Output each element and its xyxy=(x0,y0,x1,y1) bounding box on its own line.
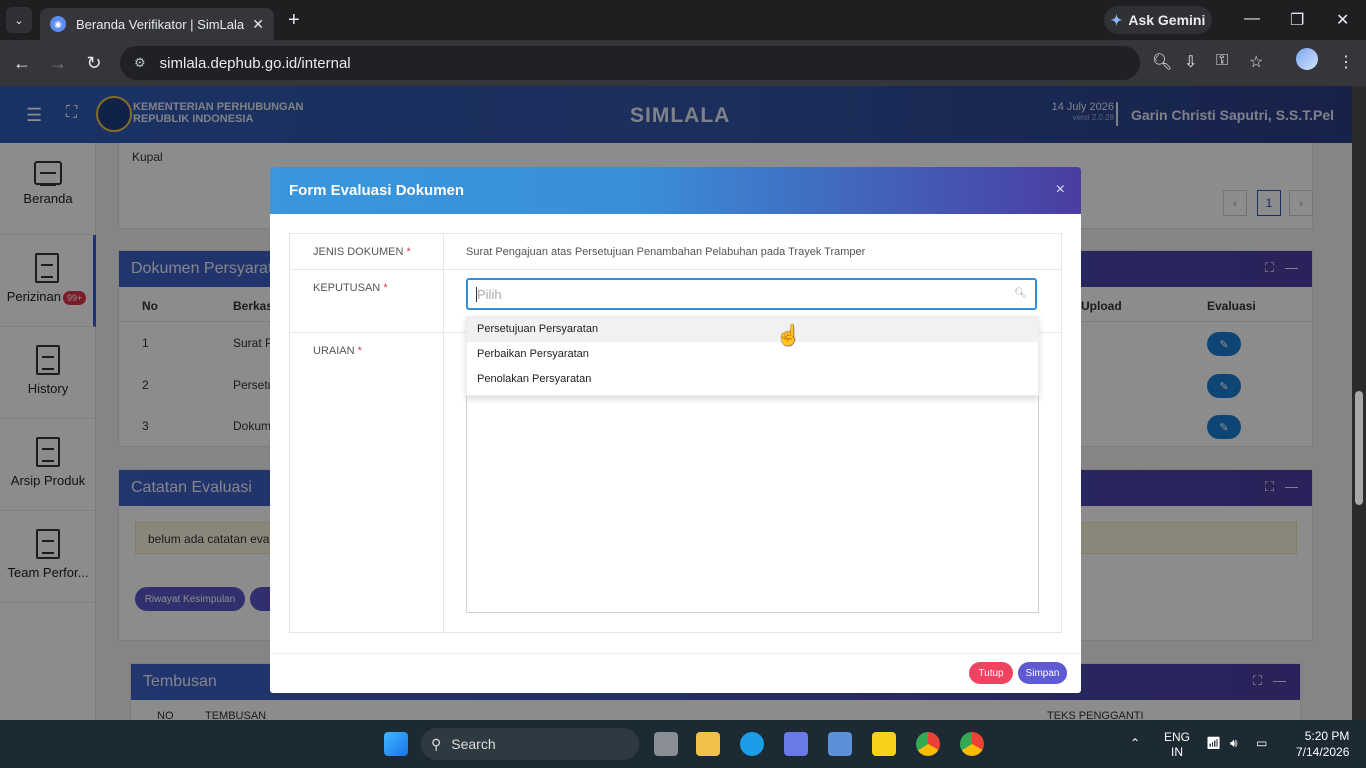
wifi-icon[interactable]: 📶︎ xyxy=(1206,736,1221,750)
profile-avatar[interactable] xyxy=(1296,48,1318,70)
password-key-icon[interactable]: ⚿ xyxy=(1216,52,1228,70)
required-marker: * xyxy=(383,282,388,294)
search-icon: ⚲ xyxy=(431,735,442,752)
site-favicon-icon: ◉ xyxy=(50,16,66,32)
jenis-dokumen-value: Surat Pengajuan atas Persetujuan Penamba… xyxy=(466,246,866,258)
file-explorer-icon[interactable] xyxy=(696,732,720,756)
required-marker: * xyxy=(406,246,411,258)
browser-tab-bar: ⌄ ◉ Beranda Verifikator | SimLala ✕ + ✦ A… xyxy=(0,0,1366,40)
select-placeholder: Pilih xyxy=(477,287,502,302)
clock-date: 7/14/2026 xyxy=(1296,745,1350,759)
lang-line-2: IN xyxy=(1171,745,1183,759)
new-tab-icon[interactable]: + xyxy=(288,9,300,32)
ask-gemini-button[interactable]: ✦ Ask Gemini xyxy=(1104,6,1212,34)
option-perbaikan[interactable]: Perbaikan Persyaratan xyxy=(467,342,1038,367)
scrollbar-thumb[interactable] xyxy=(1355,391,1363,505)
keputusan-select[interactable]: Pilih 🔍︎ xyxy=(466,278,1037,310)
sticky-notes-icon[interactable] xyxy=(872,732,896,756)
window-close-icon[interactable]: ✕ xyxy=(1336,10,1349,30)
windows-taskbar: ⚲ Search ⌃ ENG IN 📶︎ 🔊︎ ▭ 5:20 PM 7/14/2026 xyxy=(0,720,1366,768)
clock[interactable]: 5:20 PM 7/14/2026 xyxy=(1296,728,1349,760)
gemini-icon: ✦ xyxy=(1110,11,1123,28)
label-text: JENIS DOKUMEN xyxy=(313,246,404,258)
search-icon: 🔍︎ xyxy=(1014,288,1027,299)
row-jenis-dokumen: JENIS DOKUMEN * Surat Pengajuan atas Per… xyxy=(290,234,1061,270)
zoom-icon[interactable]: 🔍︎ xyxy=(1152,52,1172,72)
tab-title: Beranda Verifikator | SimLala xyxy=(76,16,245,32)
forward-icon[interactable]: → xyxy=(40,53,76,74)
lang-line-1: ENG xyxy=(1164,730,1191,744)
modal-title: Form Evaluasi Dokumen xyxy=(289,182,465,199)
browser-tab[interactable]: ◉ Beranda Verifikator | SimLala ✕ xyxy=(40,8,274,40)
minimize-icon[interactable]: — xyxy=(1244,10,1260,28)
uraian-textarea[interactable] xyxy=(466,396,1039,613)
windows-start-icon[interactable] xyxy=(384,732,408,756)
hand-cursor-icon: ☝ xyxy=(776,325,801,347)
tutup-button[interactable]: Tutup xyxy=(969,662,1013,684)
chrome-icon[interactable] xyxy=(916,732,940,756)
taskbar-search-label: Search xyxy=(451,736,496,752)
camera-app-icon[interactable] xyxy=(828,732,852,756)
option-persetujuan[interactable]: Persetujuan Persyaratan xyxy=(467,317,1038,342)
ask-gemini-label: Ask Gemini xyxy=(1128,12,1206,28)
reload-icon[interactable]: ↻ xyxy=(76,53,112,74)
edge-icon[interactable] xyxy=(740,732,764,756)
tab-close-icon[interactable]: ✕ xyxy=(252,16,264,33)
page-scrollbar[interactable] xyxy=(1352,86,1366,720)
back-icon[interactable]: ← xyxy=(4,53,40,74)
form-evaluasi-modal: Form Evaluasi Dokumen × JENIS DOKUMEN * … xyxy=(270,167,1081,693)
tab-search-button[interactable]: ⌄ xyxy=(6,7,32,33)
url-text: simlala.dephub.go.id/internal xyxy=(159,54,351,72)
option-penolakan[interactable]: Penolakan Persyaratan xyxy=(467,367,1038,392)
label-text: KEPUTUSAN xyxy=(313,282,381,294)
modal-footer-divider xyxy=(270,653,1081,654)
language-indicator[interactable]: ENG IN xyxy=(1164,730,1190,760)
site-info-icon[interactable]: ⚙ xyxy=(134,55,146,71)
modal-close-icon[interactable]: × xyxy=(1056,181,1065,199)
install-app-icon[interactable]: ⇩ xyxy=(1184,52,1197,72)
uraian-label: URAIAN * xyxy=(313,345,362,357)
taskbar-search[interactable]: ⚲ Search xyxy=(421,728,639,760)
battery-icon[interactable]: ▭ xyxy=(1256,736,1267,750)
clock-time: 5:20 PM xyxy=(1304,729,1350,743)
browser-toolbar: ← → ↻ ⚙ simlala.dephub.go.id/internal 🔍︎… xyxy=(0,40,1366,86)
keputusan-dropdown: Persetujuan Persyaratan Perbaikan Persya… xyxy=(466,316,1039,396)
volume-icon[interactable]: 🔊︎ xyxy=(1230,736,1238,751)
simpan-button[interactable]: Simpan xyxy=(1018,662,1067,684)
restore-icon[interactable]: ❐ xyxy=(1290,10,1304,30)
modal-header: Form Evaluasi Dokumen × xyxy=(270,167,1081,214)
tray-overflow-icon[interactable]: ⌃ xyxy=(1130,736,1140,750)
address-bar[interactable]: ⚙ simlala.dephub.go.id/internal xyxy=(120,46,1140,80)
label-text: URAIAN xyxy=(313,345,355,357)
chrome-profile-icon[interactable] xyxy=(960,732,984,756)
chrome-menu-icon[interactable]: ⋮ xyxy=(1338,52,1354,72)
app-icon[interactable] xyxy=(784,732,808,756)
bookmark-star-icon[interactable]: ☆ xyxy=(1249,52,1263,72)
required-marker: * xyxy=(357,345,362,357)
jenis-dokumen-label: JENIS DOKUMEN * xyxy=(313,246,411,258)
keputusan-label: KEPUTUSAN * xyxy=(313,282,388,294)
task-view-icon[interactable] xyxy=(654,732,678,756)
